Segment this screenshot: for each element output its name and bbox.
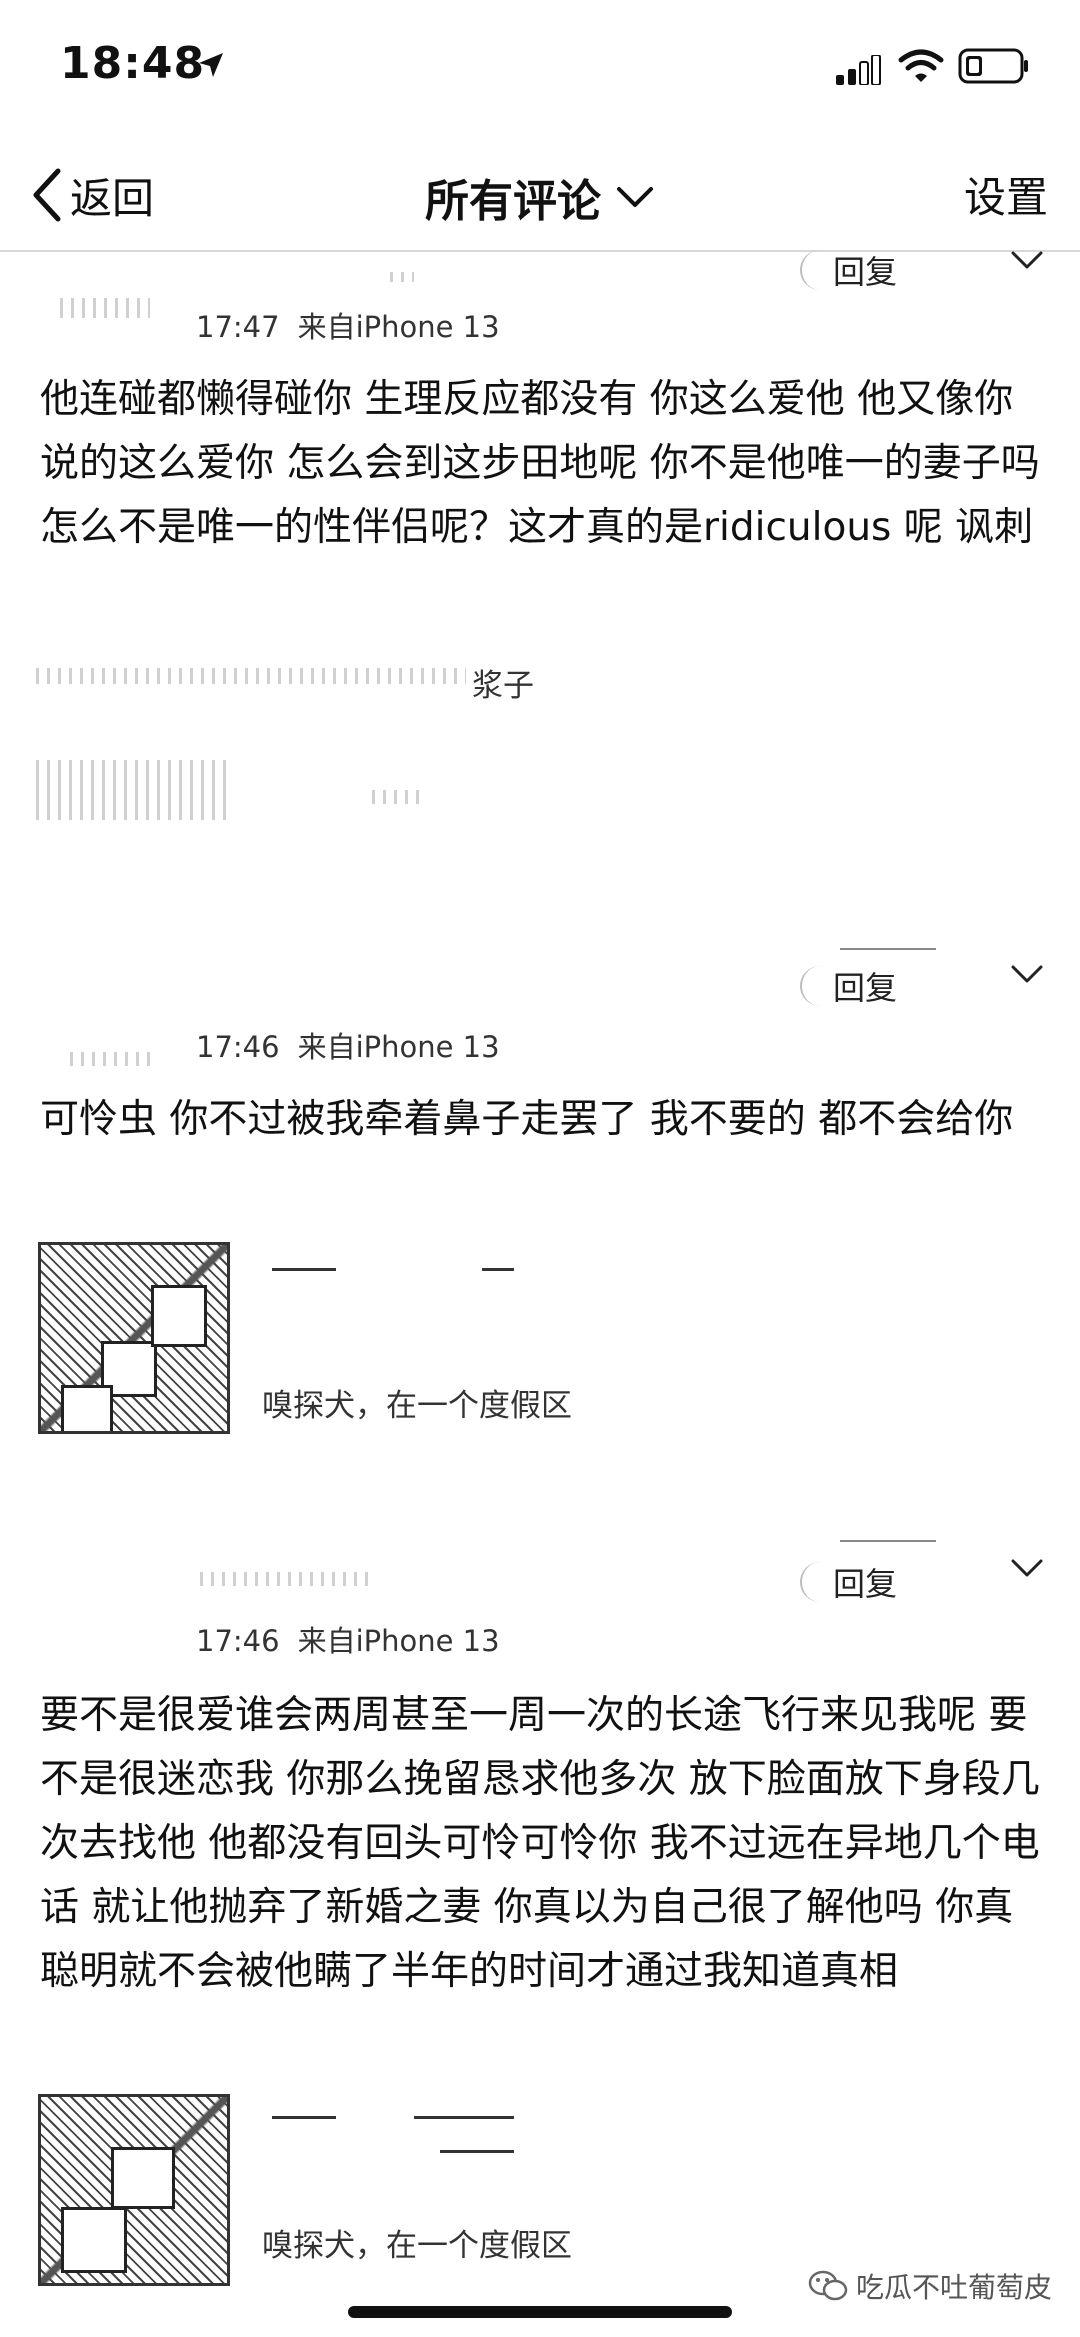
chevron-left-icon xyxy=(33,168,61,222)
chevron-down-icon[interactable] xyxy=(1010,250,1044,272)
comment-meta: 17:46 来自iPhone 13 xyxy=(196,1024,500,1066)
comment-item: 回复 17:47 来自iPhone 13 他连碰都懒得碰你 生理反应都没有 你这么… xyxy=(0,250,1080,850)
quoted-post-thumbnail[interactable] xyxy=(38,2094,230,2286)
chevron-down-icon xyxy=(617,187,653,207)
comment-filter-dropdown[interactable]: 所有评论 xyxy=(425,165,655,229)
cellular-signal-icon xyxy=(836,55,881,85)
redacted-quote xyxy=(36,668,466,684)
home-indicator[interactable] xyxy=(348,2306,732,2318)
redacted-quote xyxy=(440,2150,514,2153)
comment-source: 来自iPhone 13 xyxy=(297,310,500,344)
status-bar: 18:48 xyxy=(0,0,1080,130)
redacted-username xyxy=(60,298,150,318)
status-time: 18:48 xyxy=(60,38,206,89)
comment-time: 17:46 xyxy=(196,1030,280,1064)
comment-time: 17:47 xyxy=(196,310,280,344)
quoted-post-text: 嗅探犬，在一个度假区 xyxy=(262,2228,572,2264)
comment-text: 要不是很爱谁会两周甚至一周一次的长途飞行来见我呢 要不是很迷恋我 你那么挽留恳求… xyxy=(40,1693,1040,1994)
page-title: 所有评论 xyxy=(425,176,601,227)
back-button[interactable]: 返回 xyxy=(30,160,154,230)
redacted-quote xyxy=(272,2116,336,2119)
reply-button[interactable]: 回复 xyxy=(800,960,930,1012)
wechat-icon xyxy=(808,2270,848,2301)
redacted-quote xyxy=(372,790,422,804)
redacted-quote xyxy=(36,760,232,820)
quoted-post-text: 浆子 xyxy=(472,668,534,704)
comment-meta: 17:47 来自iPhone 13 xyxy=(196,304,500,346)
redacted-username xyxy=(200,1572,370,1586)
wifi-icon xyxy=(898,49,944,82)
redacted-username xyxy=(70,1052,150,1066)
reply-button[interactable]: 回复 xyxy=(800,244,930,296)
comment-source: 来自iPhone 13 xyxy=(297,1030,500,1064)
reply-button[interactable]: 回复 xyxy=(800,1556,930,1608)
divider xyxy=(840,1540,936,1542)
comment-text: 可怜虫 你不过被我牵着鼻子走罢了 我不要的 都不会给你 xyxy=(40,1097,1014,1142)
quoted-post-thumbnail[interactable] xyxy=(38,1242,230,1434)
back-label: 返回 xyxy=(70,173,155,223)
redacted-quote xyxy=(414,2116,514,2119)
quoted-post-text: 嗅探犬，在一个度假区 xyxy=(262,1388,572,1424)
chevron-down-icon[interactable] xyxy=(1010,964,1044,986)
reply-label: 回复 xyxy=(832,253,897,291)
reply-label: 回复 xyxy=(832,1565,897,1603)
comment-item: 回复 17:46 来自iPhone 13 可怜虫 你不过被我牵着鼻子走罢了 我不要… xyxy=(0,940,1080,1460)
chevron-down-icon[interactable] xyxy=(1010,1558,1044,1580)
location-arrow-icon xyxy=(199,53,223,77)
redacted-quote xyxy=(482,1268,514,1271)
comment-time: 17:46 xyxy=(196,1624,280,1658)
divider xyxy=(840,948,936,950)
battery-icon xyxy=(958,48,1028,84)
settings-button[interactable]: 设置 xyxy=(964,164,1048,225)
comment-source: 来自iPhone 13 xyxy=(297,1624,500,1658)
nav-bar: 返回 所有评论 设置 xyxy=(0,140,1080,252)
reply-label: 回复 xyxy=(832,969,897,1007)
redacted-username xyxy=(390,272,414,282)
watermark-text: 吃瓜不吐葡萄皮 xyxy=(855,2271,1052,2304)
comment-meta: 17:46 来自iPhone 13 xyxy=(196,1618,500,1660)
redacted-quote xyxy=(272,1268,336,1271)
comment-item: 回复 17:46 来自iPhone 13 要不是很爱谁会两周甚至一周一次的长途飞行… xyxy=(0,1530,1080,2286)
watermark: 吃瓜不吐葡萄皮 xyxy=(808,2266,1052,2306)
comment-text: 他连碰都懒得碰你 生理反应都没有 你这么爱他 他又像你说的这么爱你 怎么会到这步… xyxy=(40,377,1040,550)
